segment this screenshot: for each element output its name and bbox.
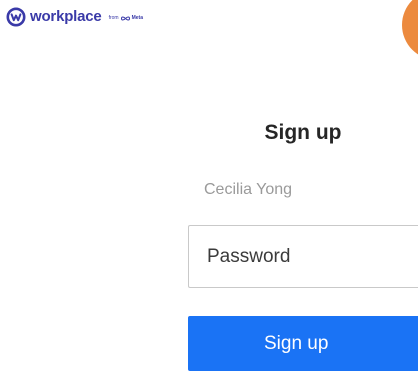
meta-text: Meta <box>131 15 143 21</box>
signup-page: workplace from Meta Sign up Cecilia Yong… <box>0 0 418 371</box>
password-field[interactable] <box>188 225 418 288</box>
from-text: from <box>108 15 119 21</box>
avatar <box>402 0 418 60</box>
meta-infinity-icon <box>120 16 130 20</box>
workplace-logo-icon <box>6 7 26 27</box>
from-meta-label: from Meta <box>109 15 143 21</box>
page-title: Sign up <box>264 121 342 144</box>
workplace-wordmark: workplace <box>30 8 102 25</box>
sign-up-button[interactable]: Sign up <box>188 316 418 371</box>
workplace-brand: workplace from Meta <box>6 7 143 27</box>
user-name: Cecilia Yong <box>204 181 293 198</box>
